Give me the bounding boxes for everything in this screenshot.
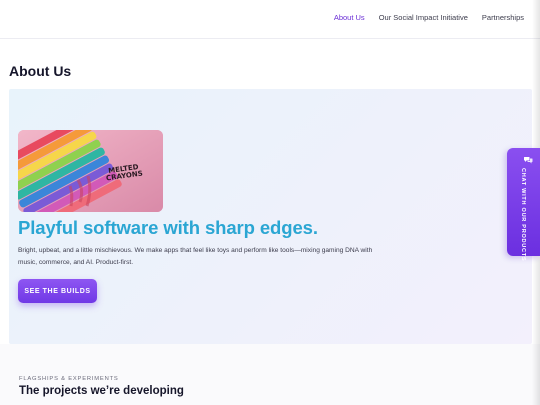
hero-section: MELTED CRAYONS Playful software with sha…: [9, 89, 532, 344]
melted-crayons-image: MELTED CRAYONS: [18, 130, 163, 212]
top-navigation: About Us Our Social Impact Initiative Pa…: [0, 0, 540, 39]
nav-links: About Us Our Social Impact Initiative Pa…: [334, 13, 524, 22]
nav-social-impact[interactable]: Our Social Impact Initiative: [379, 13, 468, 22]
page-title: About Us: [9, 63, 72, 79]
nav-partnerships[interactable]: Partnerships: [482, 13, 524, 22]
section-title: The projects we’re developing: [19, 385, 184, 397]
chat-bubbles-icon: [524, 157, 533, 164]
section-eyebrow: FLAGSHIPS & EXPERIMENTS: [19, 376, 119, 382]
flagships-section: FLAGSHIPS & EXPERIMENTS The projects we’…: [0, 344, 540, 405]
hero-description: Bright, upbeat, and a little mischievous…: [18, 247, 373, 266]
hero-headline: Playful software with sharp edges.: [18, 217, 318, 238]
see-the-builds-button[interactable]: SEE THE BUILDS: [18, 279, 97, 303]
nav-about-us[interactable]: About Us: [334, 13, 365, 22]
chat-widget-label: CHAT WITH OUR PRODUCTS: [520, 168, 526, 262]
chat-with-products-button[interactable]: CHAT WITH OUR PRODUCTS: [507, 148, 540, 261]
